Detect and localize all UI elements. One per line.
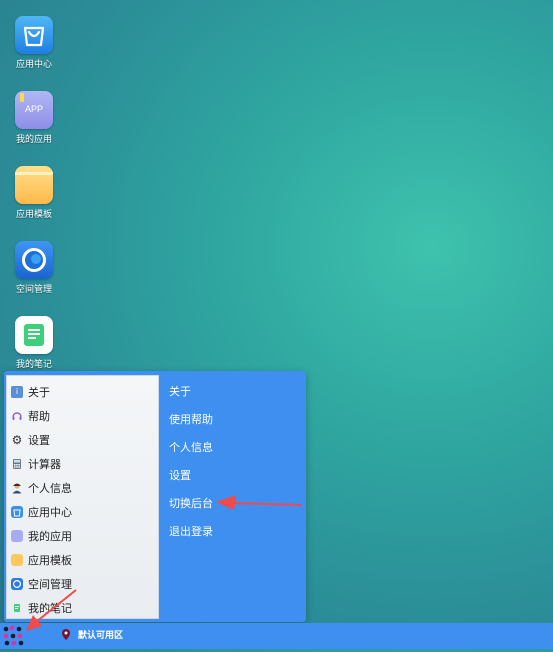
menu-item-label: 个人信息	[28, 482, 72, 495]
menu-item-help[interactable]: 帮助	[11, 405, 156, 427]
start-button[interactable]	[2, 624, 26, 648]
menu-item-label: 应用中心	[28, 506, 72, 519]
app-icon	[11, 530, 23, 542]
menu-item-label: 应用模板	[28, 554, 72, 567]
note-icon	[15, 316, 53, 354]
menu-action-switch-backend[interactable]: 切换后台	[169, 495, 213, 511]
desktop-icon-my-apps[interactable]: APP 我的应用	[8, 91, 60, 145]
desktop-icon-label: 空间管理	[15, 285, 52, 295]
start-grid-icon	[3, 625, 24, 646]
menu-item-app-center[interactable]: 应用中心	[11, 501, 156, 523]
desktop-icon-app-templates[interactable]: 应用模板	[8, 166, 60, 220]
app-icon: APP	[15, 91, 53, 129]
menu-item-label: 帮助	[28, 410, 50, 423]
start-menu: i 关于 帮助 ⚙ 设置 计算器 个人信息 应用中心 我的应用 应用模板 空间管…	[4, 371, 306, 622]
menu-action-profile[interactable]: 个人信息	[169, 439, 213, 455]
desktop-icon-label: 我的笔记	[15, 360, 52, 370]
circle-swirl-icon	[15, 241, 53, 279]
menu-item-label: 计算器	[28, 458, 61, 471]
taskbar: 默认可用区	[0, 623, 553, 649]
menu-item-space-management[interactable]: 空间管理	[11, 573, 156, 595]
menu-item-my-apps[interactable]: 我的应用	[11, 525, 156, 547]
shopping-bag-icon	[11, 506, 23, 518]
menu-item-label: 我的笔记	[28, 602, 72, 615]
desktop-icon-label: 应用中心	[15, 60, 52, 70]
menu-action-about[interactable]: 关于	[169, 383, 191, 399]
region-label: 默认可用区	[78, 631, 124, 641]
folder-icon	[11, 554, 23, 566]
folder-icon	[15, 166, 53, 204]
desktop-icon-my-notes[interactable]: 我的笔记	[8, 316, 60, 370]
start-menu-system-actions: 关于 使用帮助 个人信息 设置 切换后台 退出登录	[169, 371, 304, 621]
menu-item-settings[interactable]: ⚙ 设置	[11, 429, 156, 451]
headset-icon	[11, 410, 23, 422]
menu-item-label: 设置	[28, 434, 50, 447]
menu-item-label: 关于	[28, 386, 50, 399]
shopping-bag-icon	[15, 16, 53, 54]
desktop-icon-label: 应用模板	[15, 210, 52, 220]
region-selector[interactable]: 默认可用区	[62, 628, 123, 641]
calculator-icon	[11, 458, 23, 470]
menu-item-label: 空间管理	[28, 578, 72, 591]
menu-item-app-templates[interactable]: 应用模板	[11, 549, 156, 571]
desktop-icon-label: 我的应用	[15, 135, 52, 145]
gear-icon: ⚙	[11, 433, 23, 447]
info-icon: i	[11, 386, 23, 398]
app-badge-text: APP	[24, 104, 43, 114]
menu-item-my-notes[interactable]: 我的笔记	[11, 597, 156, 619]
menu-action-settings[interactable]: 设置	[169, 467, 191, 483]
circle-swirl-icon	[11, 578, 23, 590]
menu-item-label: 我的应用	[28, 530, 72, 543]
menu-action-logout[interactable]: 退出登录	[169, 523, 213, 539]
user-icon	[11, 482, 23, 494]
menu-item-about[interactable]: i 关于	[11, 381, 156, 403]
start-menu-app-list: i 关于 帮助 ⚙ 设置 计算器 个人信息 应用中心 我的应用 应用模板 空间管…	[6, 375, 159, 619]
location-pin-icon	[62, 629, 70, 640]
note-icon	[11, 602, 23, 614]
desktop-icon-space-management[interactable]: 空间管理	[8, 241, 60, 295]
desktop-icon-app-center[interactable]: 应用中心	[8, 16, 60, 70]
menu-item-calculator[interactable]: 计算器	[11, 453, 156, 475]
menu-action-user-help[interactable]: 使用帮助	[169, 411, 213, 427]
menu-item-profile[interactable]: 个人信息	[11, 477, 156, 499]
